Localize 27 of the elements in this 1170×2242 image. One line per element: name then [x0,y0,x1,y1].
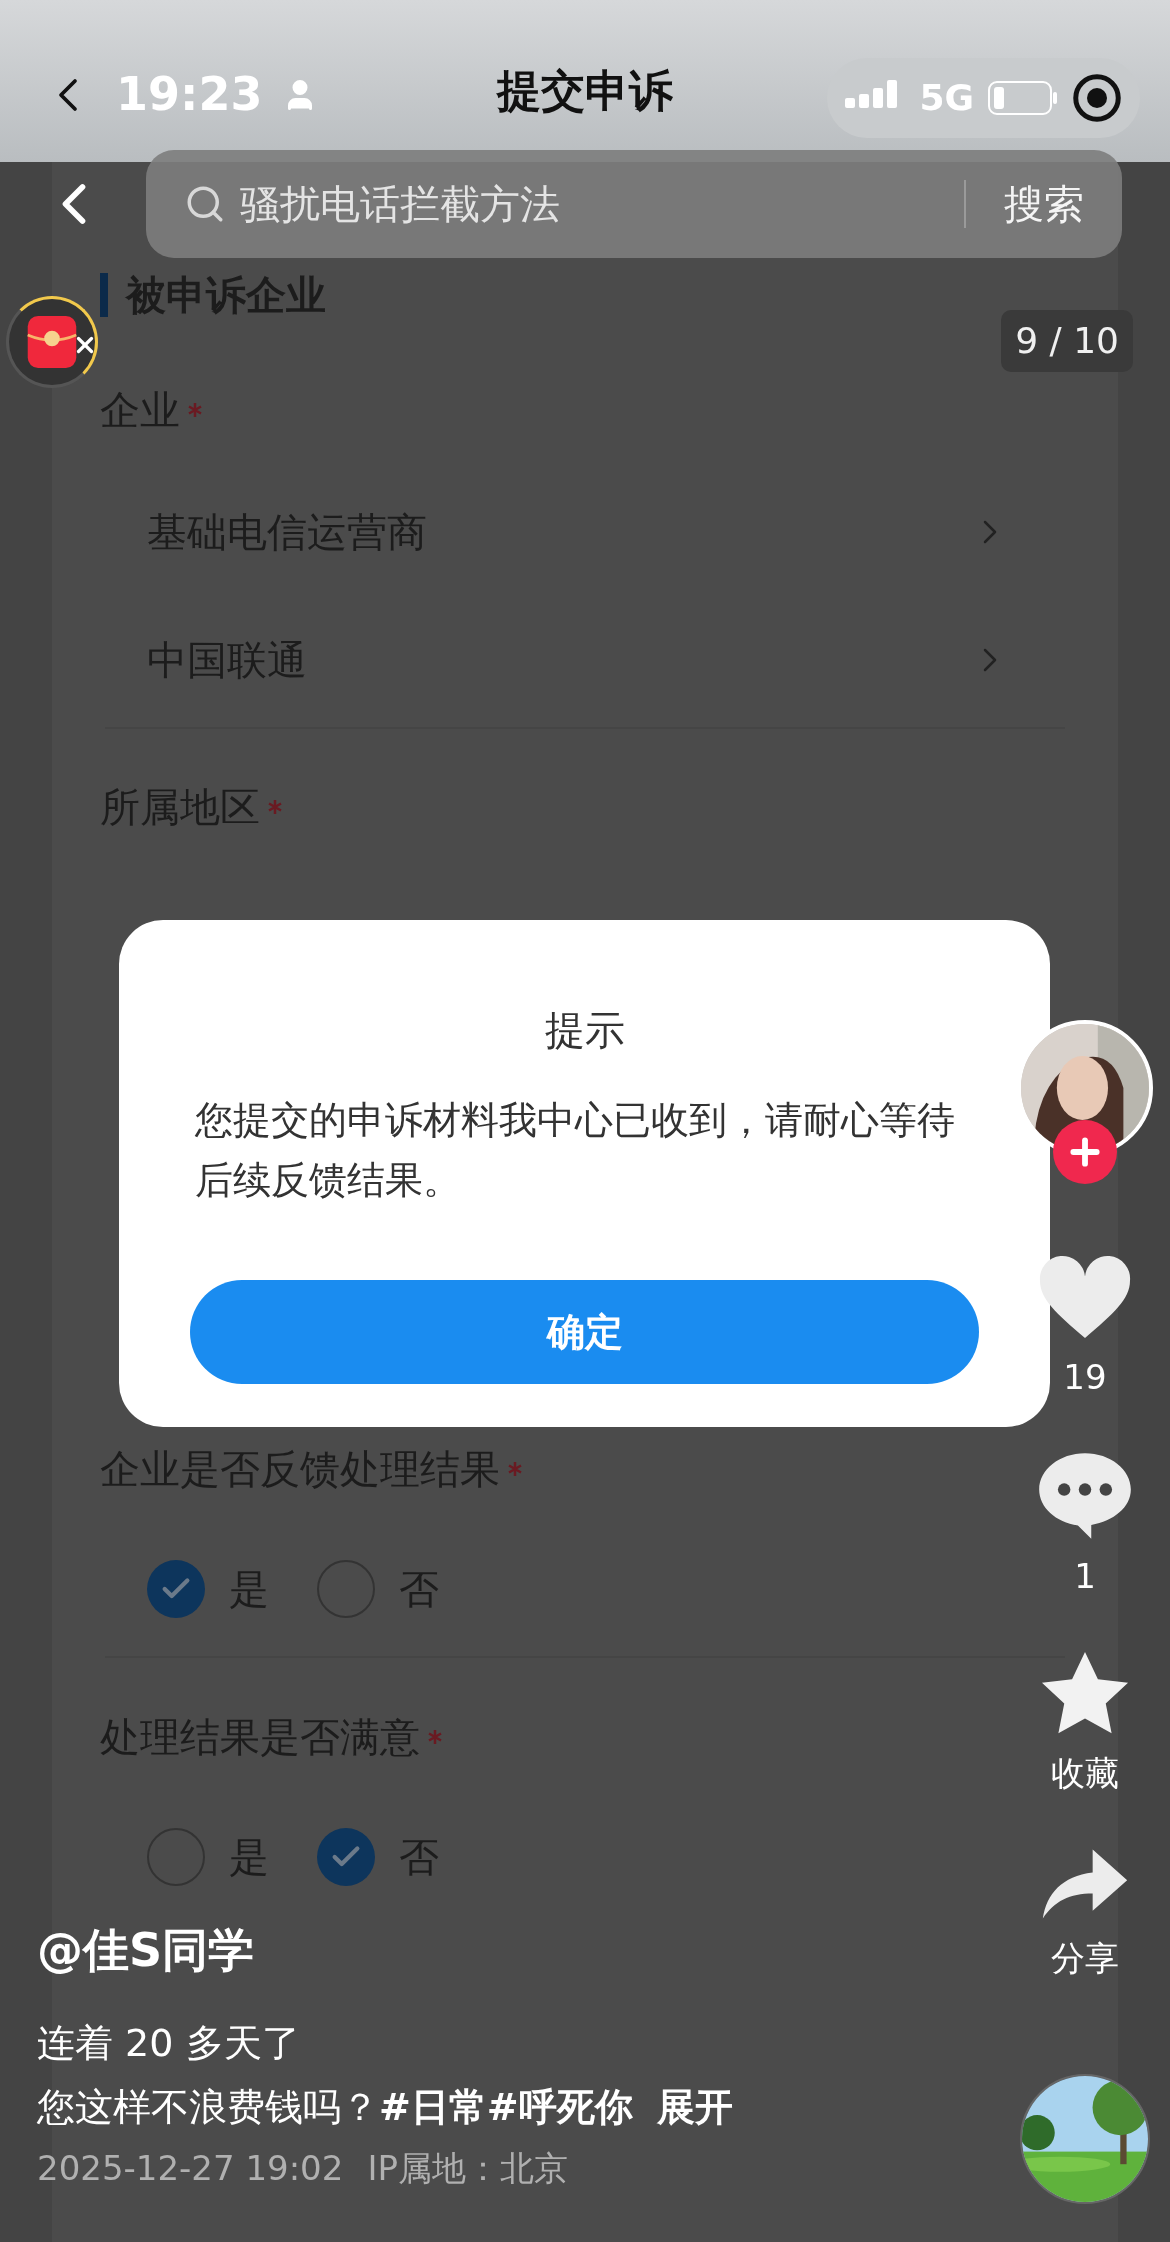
battery-icon [988,81,1058,115]
radio-button[interactable] [147,1828,205,1886]
action-button[interactable]: 分享 [1039,1845,1131,1984]
search-button[interactable]: 搜索 [1004,174,1084,234]
expand-button[interactable]: 展开 [656,2082,733,2132]
action-button[interactable]: 1 [1035,1449,1135,1602]
target-icon[interactable] [1072,73,1122,123]
caption-text: 您这样不浪费钱吗？ [37,2084,379,2131]
page-title: 提交申诉 [497,64,673,118]
post-date: 2025-12-27 19:02 [37,2147,344,2190]
search-field[interactable]: 骚扰电话拦截方法 [240,174,964,234]
radio-button[interactable] [317,1560,375,1618]
ip-location: IP属地：北京 [367,2147,568,2190]
dialog-title: 提示 [544,1006,625,1055]
dialog-message: 您提交的申诉材料我中心已收到，请耐心等待后续反馈结果。 [194,1097,956,1204]
hashtag-link[interactable]: #呼死你 [486,2082,633,2132]
search-bar[interactable]: 骚扰电话拦截方法 搜索 [146,150,1122,258]
hashtag-link[interactable]: #日常 [379,2082,487,2132]
action-button[interactable]: 19 [1035,1252,1135,1403]
action-button[interactable]: 收藏 [1038,1648,1132,1799]
caption-line: 连着 20 多天了 [37,2020,301,2067]
status-time: 19:23 [116,66,263,123]
page-counter: 9 / 10 [1001,310,1133,372]
author-name[interactable]: @佳S同学 [37,1920,733,1980]
section-marker [100,273,108,317]
confirm-button[interactable]: 确定 [190,1280,979,1384]
envelope-icon [26,314,78,370]
